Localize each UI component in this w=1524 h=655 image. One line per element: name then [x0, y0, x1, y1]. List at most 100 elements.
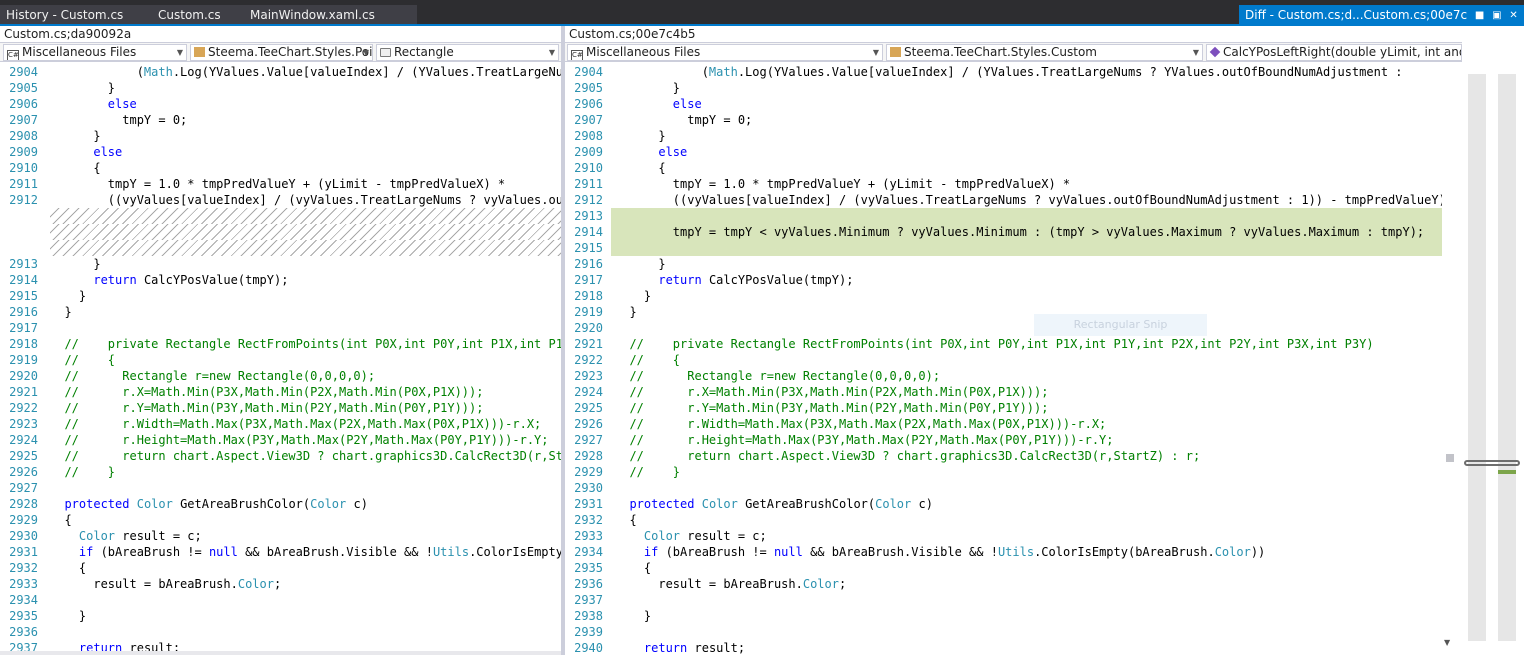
code-line: 2914 return CalcYPosValue(tmpY);	[0, 272, 561, 288]
code-text: else	[107, 97, 137, 111]
tab-diff[interactable]: Diff - Custom.cs;d...Custom.cs;00e7c4b5 …	[1239, 5, 1524, 26]
line-number: 2928	[9, 497, 38, 511]
chevron-down-icon: ▼	[362, 48, 369, 57]
right-code-editor[interactable]: 2904 (Math.Log(YValues.Value[valueIndex]…	[565, 64, 1462, 655]
code-text: }	[615, 129, 666, 143]
line-number: 2919	[574, 305, 603, 319]
line-number: 2929	[574, 465, 603, 479]
left-horizontal-scrollbar[interactable]	[0, 651, 561, 655]
line-number: 2935	[9, 609, 38, 623]
scrollbar-thumb[interactable]	[1446, 454, 1454, 462]
code-line: 2910 {	[0, 160, 561, 176]
code-line: 2924 // r.Height=Math.Max(P3Y,Math.Max(P…	[0, 432, 561, 448]
diff-placeholder-hatch	[50, 208, 561, 224]
code-line: 2936 result = bAreaBrush.Color;	[565, 576, 1462, 592]
code-text: return CalcYPosValue(tmpY);	[93, 273, 289, 287]
diff-overview-margin[interactable]	[1462, 64, 1524, 655]
code-line: 2925 // return chart.Aspect.View3D ? cha…	[0, 448, 561, 464]
code-text: // r.Width=Math.Max(P3X,Math.Max(P2X,Mat…	[615, 417, 1107, 431]
line-number: 2927	[9, 481, 38, 495]
line-number: 2906	[9, 97, 38, 111]
code-text: // }	[615, 465, 681, 479]
line-number: 2905	[574, 81, 603, 95]
line-number: 2939	[574, 625, 603, 639]
code-line: 2920 // Rectangle r=new Rectangle(0,0,0,…	[0, 368, 561, 384]
code-text: // r.Height=Math.Max(P3Y,Math.Max(P2Y,Ma…	[615, 433, 1114, 447]
line-number: 2911	[9, 177, 38, 191]
line-number: 2906	[574, 97, 603, 111]
code-line: 2909 else	[0, 144, 561, 160]
method-icon	[1209, 46, 1221, 58]
code-text: {	[615, 561, 652, 575]
tab-history-custom[interactable]: History - Custom.cs	[0, 5, 152, 26]
pin-icon[interactable]: ▣	[1492, 5, 1501, 26]
code-line: 2932 {	[0, 560, 561, 576]
member-label: CalcYPosLeftRight(double yLimit, int ano…	[1223, 45, 1461, 59]
left-file-title: Custom.cs;da90092a	[4, 27, 132, 41]
left-member-dropdown[interactable]: Rectangle ▼	[376, 44, 559, 61]
code-line: 2937	[565, 592, 1462, 608]
left-code-editor[interactable]: 2904 (Math.Log(YValues.Value[valueIndex]…	[0, 64, 561, 655]
scroll-down-arrow-icon[interactable]: ▼	[1444, 638, 1450, 647]
chevron-down-icon: ▼	[548, 48, 555, 57]
code-line: 2911 tmpY = 1.0 * tmpPredValueY + (yLimi…	[0, 176, 561, 192]
overview-viewport-indicator[interactable]	[1464, 460, 1520, 466]
code-line: 2915	[565, 240, 1462, 256]
overview-left-file	[1468, 74, 1486, 641]
code-text: // r.X=Math.Min(P3X,Math.Min(P2X,Math.Mi…	[615, 385, 1049, 399]
code-text: else	[672, 97, 702, 111]
line-number: 2908	[9, 129, 38, 143]
code-line: 2922 // r.Y=Math.Min(P3Y,Math.Min(P2Y,Ma…	[0, 400, 561, 416]
line-number: 2924	[574, 385, 603, 399]
close-icon[interactable]: ✕	[1509, 5, 1517, 26]
diff-placeholder-hatch	[50, 224, 561, 240]
code-text: Color result = c;	[643, 529, 767, 543]
line-number: 2934	[9, 593, 38, 607]
code-text: // {	[615, 353, 681, 367]
right-navigation-bar: C# Miscellaneous Files ▼ Steema.TeeChart.…	[565, 42, 1462, 62]
line-number: 2938	[574, 609, 603, 623]
right-vertical-scrollbar[interactable]: ▼	[1442, 64, 1462, 655]
code-line: 2932 {	[565, 512, 1462, 528]
line-number: 2934	[574, 545, 603, 559]
code-text: // {	[50, 353, 116, 367]
code-line: 2923 // Rectangle r=new Rectangle(0,0,0,…	[565, 368, 1462, 384]
code-line: 2917	[0, 320, 561, 336]
code-text: result = bAreaBrush.Color;	[50, 577, 282, 591]
line-number: 2921	[9, 385, 38, 399]
line-number: 2907	[574, 113, 603, 127]
tab-custom-cs[interactable]: Custom.cs	[152, 5, 244, 26]
diff-added-highlight	[611, 208, 1462, 224]
code-text: }	[615, 257, 666, 271]
code-line: 2917 return CalcYPosValue(tmpY);	[565, 272, 1462, 288]
tab-mainwindow-xaml[interactable]: MainWindow.xaml.cs	[244, 5, 417, 26]
left-navigation-bar: C# Miscellaneous Files ▼ Steema.TeeChart.…	[0, 42, 561, 62]
line-number: 2915	[9, 289, 38, 303]
line-number: 2930	[574, 481, 603, 495]
right-member-dropdown[interactable]: CalcYPosLeftRight(double yLimit, int ano…	[1206, 44, 1462, 61]
code-line: 2907 tmpY = 0;	[0, 112, 561, 128]
line-number: 2922	[9, 401, 38, 415]
code-text: // r.Y=Math.Min(P3Y,Math.Min(P2Y,Math.Mi…	[615, 401, 1049, 415]
code-line: 2928 protected Color GetAreaBrushColor(C…	[0, 496, 561, 512]
code-text: ((vyValues[valueIndex] / (vyValues.Treat…	[107, 193, 561, 207]
code-line: 2909 else	[565, 144, 1462, 160]
line-number: 2925	[574, 401, 603, 415]
line-number: 2913	[574, 209, 603, 223]
code-line: 2913	[565, 208, 1462, 224]
code-text: }	[615, 609, 652, 623]
code-line: 2938 }	[565, 608, 1462, 624]
code-text: // r.Height=Math.Max(P3Y,Math.Max(P2Y,Ma…	[50, 433, 549, 447]
diff-added-highlight	[611, 240, 1462, 256]
code-text: if (bAreaBrush != null && bAreaBrush.Vis…	[78, 545, 561, 559]
line-number: 2927	[574, 433, 603, 447]
code-line: 2924 // r.X=Math.Min(P3X,Math.Min(P2X,Ma…	[565, 384, 1462, 400]
code-line: 2906 else	[565, 96, 1462, 112]
right-project-dropdown[interactable]: C# Miscellaneous Files ▼	[567, 44, 883, 61]
right-type-dropdown[interactable]: Steema.TeeChart.Styles.Custom ▼	[886, 44, 1203, 61]
chevron-down-icon: ▼	[1192, 48, 1199, 57]
line-number: 2931	[574, 497, 603, 511]
left-type-dropdown[interactable]: Steema.TeeChart.Styles.Poin ▼	[190, 44, 373, 61]
left-project-dropdown[interactable]: C# Miscellaneous Files ▼	[3, 44, 187, 61]
snip-overlay-label: Rectangular Snip	[1034, 314, 1207, 336]
